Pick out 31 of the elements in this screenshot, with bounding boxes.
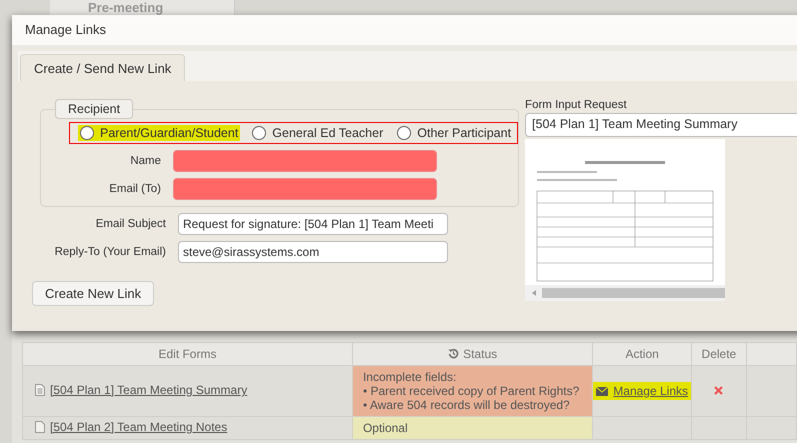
horizontal-scrollbar[interactable] <box>525 285 726 301</box>
column-header: Delete <box>692 342 746 366</box>
status-cell: Optional <box>352 416 593 440</box>
radio-option[interactable]: Other Participant <box>395 125 514 141</box>
radio-button[interactable] <box>397 126 412 140</box>
input-field[interactable]: Request for signature: [504 Plan 1] Team Meeti <box>178 213 448 235</box>
field-label: Name <box>129 155 162 167</box>
input-field[interactable]: steve@sirassystems.com <box>178 241 448 263</box>
dialog-title: Manage Links <box>12 15 797 45</box>
field-label: Form Input Request <box>525 99 628 111</box>
radio-option[interactable]: General Ed Teacher <box>250 125 386 141</box>
radio-button[interactable] <box>252 126 266 140</box>
recipient-legend: Recipient <box>55 99 134 119</box>
form-link[interactable]: [504 Plan 1] Team Meeting Summary <box>35 383 248 397</box>
column-header: Edit Forms <box>22 342 352 366</box>
field-label: Reply-To (Your Email) <box>54 246 167 258</box>
manage-links-link[interactable]: Manage Links <box>593 382 691 400</box>
field-label: Email (To) <box>108 183 162 195</box>
radio-button[interactable] <box>80 126 94 140</box>
delete-icon[interactable] <box>714 386 724 395</box>
envelope-icon <box>596 386 608 396</box>
input-field[interactable] <box>173 150 437 172</box>
radio-option[interactable]: Parent/Guardian/Student <box>78 125 240 141</box>
column-header: Status <box>352 342 593 366</box>
field-label: Email Subject <box>94 218 167 230</box>
create-link-button[interactable]: Create New Link <box>32 281 154 306</box>
column-header: Action <box>592 342 692 366</box>
form-select[interactable]: [504 Plan 1] Team Meeting Summary <box>525 113 797 137</box>
status-cell: Incomplete fields: • Parent received copy of Parent Rights? • Aware 504 records will be destroyed? <box>352 366 593 416</box>
input-field[interactable] <box>173 178 437 200</box>
tab[interactable]: Create / Send New Link <box>20 54 186 81</box>
